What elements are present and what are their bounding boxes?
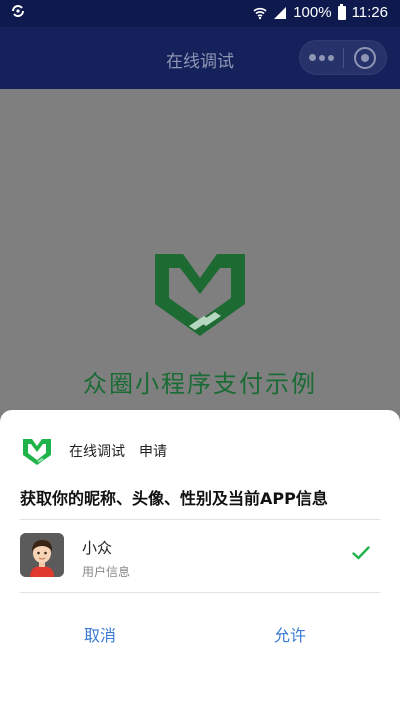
cancel-button[interactable]: 取消 (0, 620, 200, 652)
battery-percent: 100% (293, 4, 332, 21)
menu-capsule (299, 40, 387, 75)
avatar (20, 533, 64, 577)
user-info-label: 用户信息 (82, 565, 131, 579)
signal-icon (274, 6, 287, 19)
allow-button[interactable]: 允许 (190, 620, 390, 652)
status-bar: 100% 11:26 (0, 0, 400, 27)
user-info-row[interactable]: 小众 用户信息 (20, 533, 380, 581)
divider (20, 592, 380, 593)
more-icon[interactable] (300, 41, 343, 74)
status-time: 11:26 (351, 4, 388, 21)
check-icon (352, 546, 370, 560)
app-logo-icon (155, 254, 245, 336)
app-logo-icon (23, 439, 51, 465)
user-nickname: 小众 (82, 539, 113, 557)
app-name: 众圈小程序支付示例 (83, 370, 317, 398)
battery-icon (337, 3, 346, 20)
sheet-app-name: 在线调试 (69, 444, 125, 460)
close-miniprogram-icon[interactable] (344, 41, 386, 74)
divider (20, 519, 380, 520)
sheet-apply-label: 申请 (139, 444, 167, 460)
sheet-header: 在线调试 申请 (20, 434, 167, 468)
sync-icon (10, 4, 26, 22)
auth-sheet: 在线调试 申请 获取你的昵称、头像、性别及当前APP信息 小众 用户信息 取消 … (0, 410, 400, 711)
wifi-icon (253, 7, 267, 19)
permission-description: 获取你的昵称、头像、性别及当前APP信息 (20, 489, 328, 508)
nav-bar: 在线调试 (0, 27, 400, 89)
